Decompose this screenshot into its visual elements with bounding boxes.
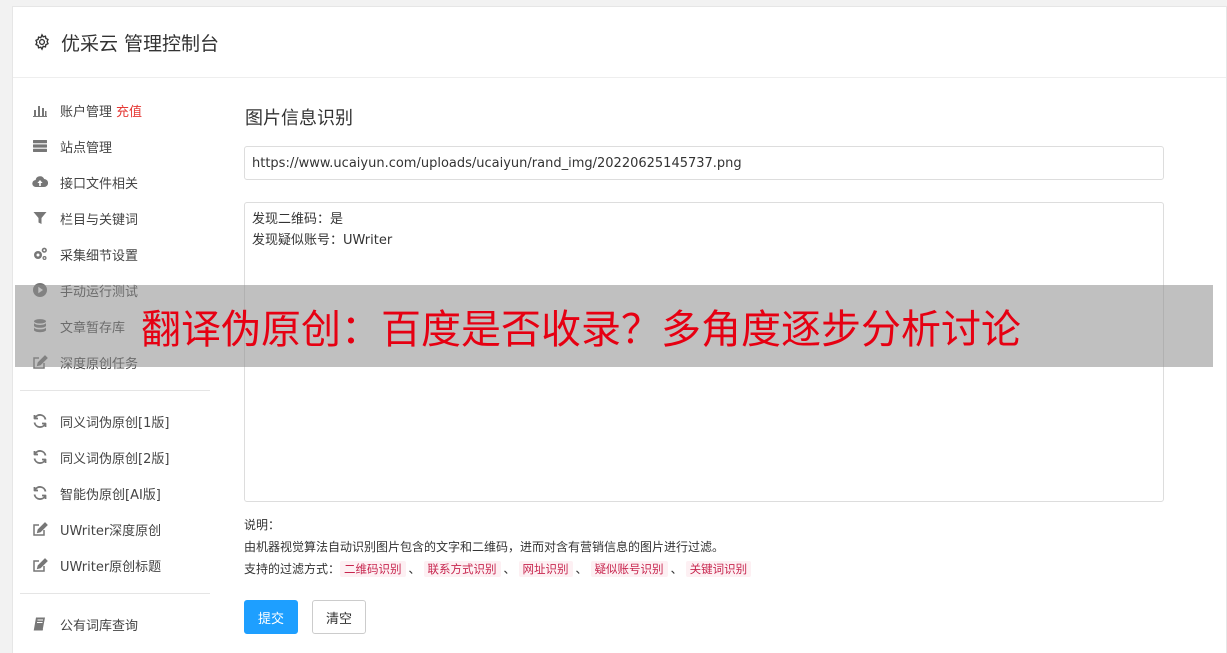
filter-separator: 、 (670, 562, 683, 576)
sidebar-divider (20, 593, 210, 594)
notes-description: 由机器视觉算法自动识别图片包含的文字和二维码，进而对含有营销信息的图片进行过滤。 (244, 540, 725, 554)
filter-separator: 、 (503, 562, 516, 576)
bar-chart-icon (32, 102, 48, 118)
sidebar-item-label: 智能伪原创[AI版] (60, 487, 161, 503)
cloud-upload-icon (32, 174, 48, 190)
sidebar-item-label: 站点管理 (60, 140, 113, 156)
refresh-icon (32, 485, 48, 501)
clear-button[interactable]: 清空 (312, 600, 367, 634)
sidebar-item-label: UWriter原创标题 (60, 559, 162, 575)
filter-tag: 疑似账号识别 (590, 561, 668, 577)
filter-methods: 支持的过滤方式： 二维码识别、联系方式识别、网址识别、疑似账号识别、关键词识别 (244, 558, 1164, 580)
sidebar-item[interactable]: 同义词伪原创[1版] (20, 403, 210, 439)
refresh-icon (32, 413, 48, 429)
sidebar-divider (20, 390, 210, 391)
sidebar-item[interactable]: 同义词伪原创[2版] (20, 439, 210, 475)
sidebar-item[interactable]: UWriter深度原创 (20, 511, 210, 547)
image-url-input[interactable] (244, 146, 1164, 180)
filter-label: 支持的过滤方式： (244, 562, 341, 576)
sidebar-item[interactable]: 公有词库查询 (20, 606, 210, 642)
edit-icon (32, 521, 48, 537)
sidebar-item[interactable]: 接口文件相关 (20, 164, 210, 200)
section-title: 图片信息识别 (245, 108, 353, 129)
sidebar-item[interactable]: 站点管理 (20, 128, 210, 164)
banner-text: 翻译伪原创：百度是否收录？多角度逐步分析讨论 (141, 307, 1021, 353)
filter-tag: 网址识别 (518, 561, 573, 577)
sidebar-item[interactable]: UWriter原创标题 (20, 547, 210, 583)
result-line: 发现疑似账号：UWriter (252, 233, 393, 248)
sidebar-item[interactable]: 智能伪原创[AI版] (20, 475, 210, 511)
filter-tag: 关键词识别 (685, 561, 752, 577)
edit-icon (32, 557, 48, 573)
filter-tag: 二维码识别 (340, 561, 406, 577)
header: 优采云 管理控制台 (13, 7, 1226, 78)
sidebar-item-label: 同义词伪原创[1版] (60, 415, 170, 431)
button-row: 提交 清空 (244, 600, 1164, 634)
sidebar-item[interactable]: 栏目与关键词 (20, 200, 210, 236)
filter-icon (32, 210, 48, 226)
sidebar-item-label: 同义词伪原创[2版] (60, 451, 170, 467)
submit-button[interactable]: 提交 (244, 600, 299, 634)
cogs-icon (32, 246, 48, 262)
sidebar-item-label: 公有词库查询 (60, 618, 139, 634)
notes: 说明： 由机器视觉算法自动识别图片包含的文字和二维码，进而对含有营销信息的图片进… (244, 514, 1164, 580)
notes-label: 说明： (244, 518, 281, 532)
sidebar: 账户管理充值站点管理接口文件相关栏目与关键词采集细节设置手动运行测试文章暂存库深… (20, 92, 210, 642)
filter-separator: 、 (408, 562, 421, 576)
sidebar-item-label: UWriter深度原创 (60, 523, 162, 539)
page-header-title: 优采云 管理控制台 (61, 32, 220, 55)
recharge-link[interactable]: 充值 (116, 101, 142, 120)
filter-separator: 、 (575, 562, 588, 576)
sidebar-item[interactable]: 采集细节设置 (20, 236, 210, 272)
gear-icon (33, 33, 51, 51)
server-icon (32, 138, 48, 154)
sidebar-item-label: 接口文件相关 (60, 176, 139, 192)
sidebar-item-label: 账户管理 (60, 104, 113, 120)
result-line: 发现二维码：是 (252, 212, 344, 227)
refresh-icon (32, 449, 48, 465)
sidebar-item[interactable]: 账户管理 充值 (20, 92, 210, 128)
overlay-banner: 翻译伪原创：百度是否收录？多角度逐步分析讨论 (15, 285, 1213, 367)
sidebar-item-label: 采集细节设置 (60, 248, 139, 264)
filter-tag: 联系方式识别 (423, 561, 501, 577)
sidebar-item-label: 栏目与关键词 (60, 212, 139, 228)
book-icon (32, 616, 48, 632)
